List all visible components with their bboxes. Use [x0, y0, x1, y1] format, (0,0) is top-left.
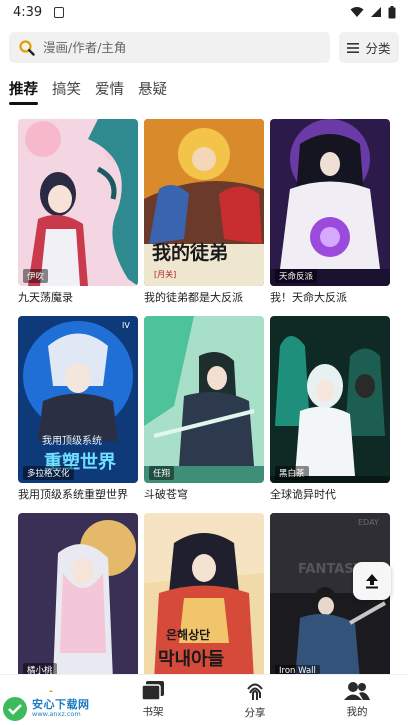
comic-cover[interactable]: 橘小桃 [18, 513, 138, 674]
comic-card[interactable]: 任翔 斗破苍穹 [144, 316, 264, 507]
comic-title[interactable]: 全球诡异时代 [270, 483, 390, 507]
cover-corner-text: EDAY [358, 518, 379, 527]
signal-icon [371, 7, 381, 17]
comic-cover[interactable]: 黑白茶 [270, 316, 390, 483]
comic-cover[interactable]: 天命反派 [270, 119, 390, 286]
comic-cover[interactable]: 任翔 [144, 316, 264, 483]
comic-author-badge: 黑白茶 [275, 466, 309, 480]
comic-cover[interactable]: 我的徒弟 [月关] [144, 119, 264, 286]
comic-title[interactable]: 我用顶级系统重塑世界 [18, 483, 138, 507]
comic-title[interactable]: 我！天命大反派 [270, 286, 390, 310]
comic-author-badge: 天命反派 [275, 269, 318, 283]
status-bar: 4:39 [0, 0, 408, 24]
comic-author-badge: Iron Wall [275, 665, 320, 674]
tab-funny[interactable]: 搞笑 [52, 78, 81, 105]
notification-icon [54, 6, 65, 18]
tab-romance[interactable]: 爱情 [95, 78, 124, 105]
comic-cover[interactable]: 伊吹 [18, 119, 138, 286]
comic-title[interactable]: 斗破苍穹 [144, 483, 264, 507]
comic-card[interactable]: 은해상단 막내아들 [144, 513, 264, 674]
cover-text: 은해상단 [166, 627, 210, 642]
comic-card[interactable]: 天命反派 我！天命大反派 [270, 119, 390, 310]
status-icons [350, 5, 396, 19]
battery-icon [388, 5, 396, 18]
comic-title[interactable]: 九天荡魔录 [18, 286, 138, 310]
nav-bookshelf[interactable]: 书架 [102, 675, 204, 725]
comic-cover[interactable]: 은해상단 막내아들 [144, 513, 264, 674]
category-tabs: 推荐 搞笑 爱情 悬疑 [9, 78, 167, 105]
cover-subtext: [月关] [154, 269, 176, 279]
comic-cover[interactable]: IV 我用顶级系统 重塑世界 多拉格文化 [18, 316, 138, 483]
nav-share[interactable]: 分享 [204, 675, 306, 725]
watermark-url: www.anxz.com [32, 709, 81, 718]
comic-author-badge: 橘小桃 [23, 663, 57, 674]
comic-author-badge: 任翔 [149, 466, 175, 480]
nav-share-label: 分享 [244, 707, 266, 719]
tab-mystery[interactable]: 悬疑 [138, 78, 167, 105]
search-row: 分类 [9, 32, 399, 63]
cover-text: 막내아들 [158, 649, 224, 670]
category-button-label: 分类 [365, 41, 391, 56]
upload-icon [366, 574, 378, 589]
fingerprint-icon [247, 683, 263, 700]
comic-card[interactable]: IV 我用顶级系统 重塑世界 多拉格文化 我用顶级系统重塑世界 [18, 316, 138, 507]
search-icon [19, 39, 35, 56]
wifi-icon [350, 7, 364, 17]
search-input[interactable] [43, 40, 293, 55]
comic-card[interactable]: 黑白茶 全球诡异时代 [270, 316, 390, 507]
category-button[interactable]: 分类 [339, 32, 399, 63]
cover-text: 我的徒弟 [152, 241, 228, 264]
search-box[interactable] [9, 32, 330, 63]
tab-recommend[interactable]: 推荐 [9, 78, 38, 105]
comic-card[interactable]: 橘小桃 [18, 513, 138, 674]
nav-profile[interactable]: 我的 [306, 675, 408, 725]
status-time: 4:39 [13, 4, 43, 20]
comic-author-badge: 伊吹 [23, 269, 49, 283]
comic-title[interactable]: 我的徒弟都是大反派 [144, 286, 264, 310]
comic-author-badge: 多拉格文化 [23, 466, 74, 480]
nav-profile-label: 我的 [346, 706, 368, 718]
comic-card[interactable]: 伊吹 九天荡魔录 [18, 119, 138, 310]
cover-text: 我用顶级系统 [42, 434, 102, 447]
scroll-to-top-button[interactable] [353, 562, 391, 600]
menu-icon [347, 42, 360, 53]
nav-bookshelf-label: 书架 [142, 706, 164, 718]
watermark-badge-icon [3, 696, 27, 721]
clipped-previous-row [0, 104, 408, 112]
comic-feed[interactable]: 伊吹 九天荡魔录 我的徒弟 [月关] 我的徒弟都是大反派 天命反派 我！天命大反… [0, 104, 408, 674]
cover-corner-text: IV [122, 321, 130, 330]
comic-card[interactable]: 我的徒弟 [月关] 我的徒弟都是大反派 [144, 119, 264, 310]
bookshelf-icon [141, 681, 164, 701]
watermark-logo: 安心下载网 www.anxz.com [2, 692, 106, 725]
comic-grid: 伊吹 九天荡魔录 我的徒弟 [月关] 我的徒弟都是大反派 天命反派 我！天命大反… [18, 119, 390, 674]
user-group-icon [344, 682, 370, 700]
